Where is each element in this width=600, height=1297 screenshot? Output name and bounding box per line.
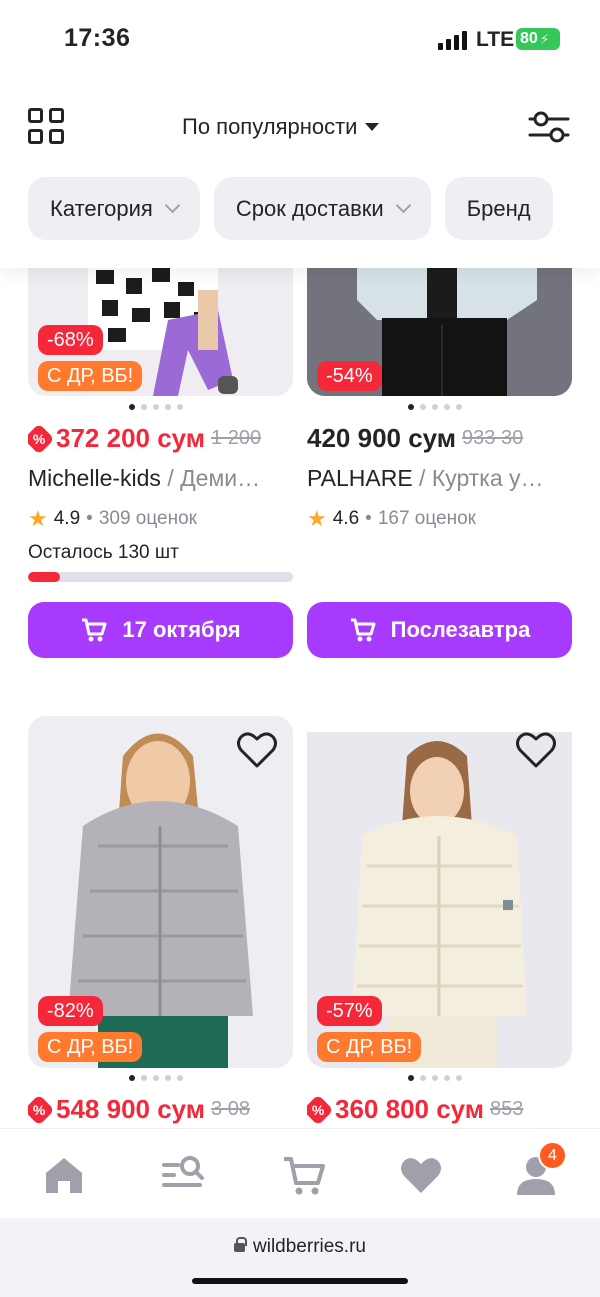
profile-notification-badge: 4 bbox=[538, 1141, 567, 1170]
heart-icon[interactable] bbox=[515, 730, 557, 770]
bottom-tab-bar bbox=[0, 1128, 600, 1218]
discount-icon: % bbox=[307, 1094, 334, 1125]
url-text: wildberries.ru bbox=[253, 1236, 366, 1257]
discount-badge: -57% bbox=[317, 996, 382, 1026]
rating-value: 4.9 bbox=[53, 508, 81, 529]
filter-chip-brand[interactable]: Бренд bbox=[444, 177, 553, 240]
heart-icon[interactable] bbox=[236, 730, 278, 770]
sort-dropdown[interactable]: По популярности bbox=[182, 114, 380, 140]
brand: PALHARE bbox=[307, 465, 413, 491]
old-price: 1 200 bbox=[211, 427, 262, 449]
product-name[interactable]: PALHARE / Куртка у… bbox=[307, 465, 572, 492]
catalog-header: По популярности Категория Срок доставки … bbox=[0, 88, 600, 268]
price-row: % 548 900 сум 3 08 bbox=[28, 1094, 293, 1125]
price-row: % 372 200 сум 1 200 bbox=[28, 423, 293, 454]
browser-address-bar: wildberries.ru bbox=[0, 1218, 600, 1297]
catalog-search-icon[interactable] bbox=[158, 1151, 206, 1199]
stock-progress bbox=[28, 572, 293, 582]
old-price: 933 30 bbox=[462, 427, 524, 449]
promo-badge: С ДР, ВБ! bbox=[38, 1032, 143, 1062]
rating: ★ 4.9 • 309 оценок bbox=[28, 506, 197, 532]
image-pagination bbox=[408, 1075, 462, 1081]
image-pagination bbox=[129, 1075, 183, 1081]
discount-icon: % bbox=[28, 1094, 55, 1125]
price-row: % 360 800 сум 853 bbox=[307, 1094, 572, 1125]
price: 548 900 сум bbox=[56, 1094, 206, 1124]
price: 420 900 сум bbox=[307, 423, 457, 453]
cart-icon bbox=[350, 618, 376, 642]
filter-chip-category[interactable]: Категория bbox=[28, 177, 200, 240]
product-title: / Деми… bbox=[160, 465, 261, 491]
status-bar: 17:36 LTE 80 ⚡ bbox=[0, 0, 600, 80]
image-pagination bbox=[408, 404, 462, 410]
chip-label: Срок доставки bbox=[235, 195, 384, 221]
discount-badge: -68% bbox=[38, 325, 103, 355]
filter-settings-icon[interactable] bbox=[528, 110, 570, 144]
signal-icon bbox=[438, 30, 467, 50]
stock-label: Осталось 130 шт bbox=[28, 542, 179, 563]
rating-value: 4.6 bbox=[332, 508, 360, 529]
brand: Michelle-kids bbox=[28, 465, 161, 491]
review-count: 167 оценок bbox=[377, 508, 476, 529]
caret-down-icon bbox=[365, 123, 380, 131]
status-time: 17:36 bbox=[64, 24, 131, 52]
add-to-cart-button[interactable]: 17 октября bbox=[28, 602, 293, 658]
product-name[interactable]: Michelle-kids / Деми… bbox=[28, 465, 293, 492]
network-label: LTE bbox=[476, 28, 515, 51]
favorites-icon[interactable] bbox=[397, 1151, 445, 1199]
price: 360 800 сум bbox=[335, 1094, 485, 1124]
filter-chips: Категория Срок доставки Бренд bbox=[28, 177, 553, 240]
promo-badge: С ДР, ВБ! bbox=[317, 1032, 422, 1062]
rating-separator: • bbox=[86, 508, 93, 529]
chevron-down-icon bbox=[395, 197, 411, 214]
home-icon[interactable] bbox=[40, 1151, 88, 1199]
price: 372 200 сум bbox=[56, 423, 206, 453]
review-count: 309 оценок bbox=[98, 508, 197, 529]
grid-view-icon[interactable] bbox=[28, 108, 64, 144]
discount-badge: -54% bbox=[317, 361, 382, 391]
price-row: 420 900 сум 933 30 bbox=[307, 423, 572, 454]
star-icon: ★ bbox=[307, 506, 327, 531]
home-indicator bbox=[192, 1278, 408, 1284]
old-price: 3 08 bbox=[211, 1098, 250, 1120]
discount-icon: % bbox=[28, 423, 55, 454]
lock-icon bbox=[234, 1236, 247, 1252]
url-field[interactable]: wildberries.ru bbox=[0, 1236, 600, 1258]
battery-level: 80 bbox=[520, 30, 538, 47]
chevron-down-icon bbox=[164, 197, 181, 214]
delivery-date: Послезавтра bbox=[390, 617, 531, 642]
product-title: / Куртка у… bbox=[412, 465, 544, 491]
old-price: 853 bbox=[490, 1098, 524, 1120]
battery-icon: 80 ⚡ bbox=[516, 28, 560, 50]
sort-label: По популярности bbox=[182, 114, 358, 139]
stock-progress-fill bbox=[28, 572, 60, 582]
chip-label: Категория bbox=[50, 195, 153, 221]
chip-label: Бренд bbox=[466, 195, 531, 221]
rating: ★ 4.6 • 167 оценок bbox=[307, 506, 476, 532]
add-to-cart-button[interactable]: Послезавтра bbox=[307, 602, 572, 658]
discount-badge: -82% bbox=[38, 996, 103, 1026]
cart-icon bbox=[82, 618, 107, 642]
cart-icon[interactable] bbox=[280, 1151, 328, 1199]
image-pagination bbox=[129, 404, 183, 410]
delivery-date: 17 октября bbox=[122, 617, 241, 642]
promo-badge: С ДР, ВБ! bbox=[38, 361, 143, 391]
filter-chip-delivery[interactable]: Срок доставки bbox=[213, 177, 431, 240]
rating-separator: • bbox=[365, 508, 372, 529]
star-icon: ★ bbox=[28, 506, 48, 531]
